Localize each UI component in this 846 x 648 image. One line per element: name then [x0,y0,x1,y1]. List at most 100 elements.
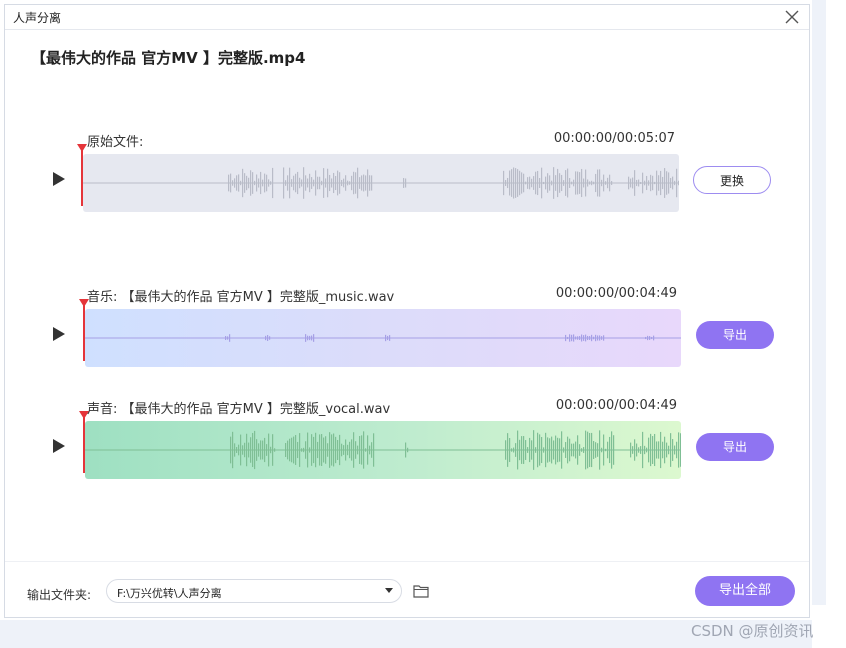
waveform-original[interactable] [83,154,679,212]
waveform-bar [295,173,297,193]
waveform-bar [573,443,575,457]
waveform-bar [591,180,593,186]
waveform-bar [650,433,652,467]
waveform-bar [315,170,317,196]
waveform-bar [587,179,589,187]
waveform-bar [297,441,299,459]
waveform-bar [521,436,523,464]
export-all-button[interactable]: 导出全部 [695,576,795,606]
waveform-bar [291,437,293,463]
waveform-bar [266,444,268,456]
output-folder-select[interactable]: F:\万兴优转\人声分离 [106,579,402,603]
waveform-bar [640,181,642,185]
waveform-bar [565,442,567,458]
playhead-marker-icon[interactable] [79,299,89,307]
playhead[interactable] [81,146,83,206]
waveform-bar [535,447,537,453]
waveform-bar [319,434,321,466]
waveform-bar [371,175,373,191]
replace-button[interactable]: 更换 [693,166,771,194]
waveform-vocal[interactable] [85,421,681,479]
waveform-bar [369,445,371,455]
play-icon[interactable] [53,439,65,453]
waveform-bar [367,169,369,197]
waveform-bar [557,437,559,463]
waveform-bar [293,436,295,464]
waveform-bar [321,434,323,466]
waveform-bar [591,334,593,342]
waveform-bar [537,432,539,468]
waveform-bar [523,436,525,464]
waveform-bar [527,447,529,453]
waveform-bar [509,438,511,462]
waveform-bar [289,438,291,462]
waveform-bar [345,175,347,191]
waveform-bar [343,445,345,455]
waveform-bar [541,167,543,199]
waveform-bar [339,172,341,194]
folder-icon[interactable] [413,584,429,598]
waveform-bar [666,442,668,458]
waveform-bar [527,177,529,189]
waveform-bar [515,168,517,198]
waveform-bar [517,430,519,470]
waveform-bar [672,176,674,190]
waveform-bar [557,168,559,198]
waveform-bar [268,179,270,187]
waveform-bar [567,168,569,198]
waveform-bar [593,181,595,185]
waveform-bar [561,431,563,469]
waveform-bar [647,335,649,341]
track-original: 原始文件: 00:00:00/00:05:07 更换 [45,131,805,216]
playhead[interactable] [83,301,85,361]
waveform-music[interactable] [85,309,681,367]
waveform-bar [325,436,327,464]
waveform-bar [335,436,337,464]
waveform-bar [329,174,331,192]
track-original-label: 原始文件: [87,135,144,150]
waveform-bar [567,436,569,464]
waveform-bar [634,439,636,461]
waveform-bar [301,448,303,452]
waveform-bar [357,445,359,455]
waveform-bar [353,432,355,468]
waveform-bar [361,435,363,465]
waveform-bar [343,178,345,188]
waveform-bar [295,435,297,465]
playhead[interactable] [83,413,85,473]
title-bar: 人声分离 [5,5,809,30]
export-vocal-button[interactable]: 导出 [696,433,774,461]
chevron-down-icon[interactable] [385,588,393,593]
waveform-bar [238,174,240,192]
waveform-bar [313,179,315,187]
window-title: 人声分离 [13,11,62,25]
waveform-bar [244,442,246,458]
export-music-button[interactable]: 导出 [696,321,774,349]
waveform-bar [660,170,662,196]
waveform-bar [601,336,603,340]
play-icon[interactable] [53,172,65,186]
waveform-bar [242,445,244,455]
waveform-bar [595,173,597,193]
waveform-bar [240,434,242,466]
waveform-bar [355,441,357,459]
waveform-bar [603,335,605,341]
waveform-bar [511,448,513,452]
playhead-marker-icon[interactable] [77,144,87,152]
waveform-bar [632,446,634,454]
waveform-bar [333,433,335,467]
waveform-bar [644,445,646,455]
close-icon[interactable] [783,8,801,26]
waveform-bar [274,448,276,452]
playhead-marker-icon[interactable] [79,411,89,419]
waveform-bar [341,443,343,457]
waveform-bar [242,168,244,198]
waveform-bar [230,436,232,464]
waveform-bar [369,175,371,191]
waveform-bar [267,335,269,341]
track-music-time: 00:00:00/00:04:49 [555,286,677,301]
waveform-bar [545,176,547,190]
play-icon[interactable] [53,327,65,341]
waveform-bar [547,173,549,193]
waveform-bar [541,436,543,464]
